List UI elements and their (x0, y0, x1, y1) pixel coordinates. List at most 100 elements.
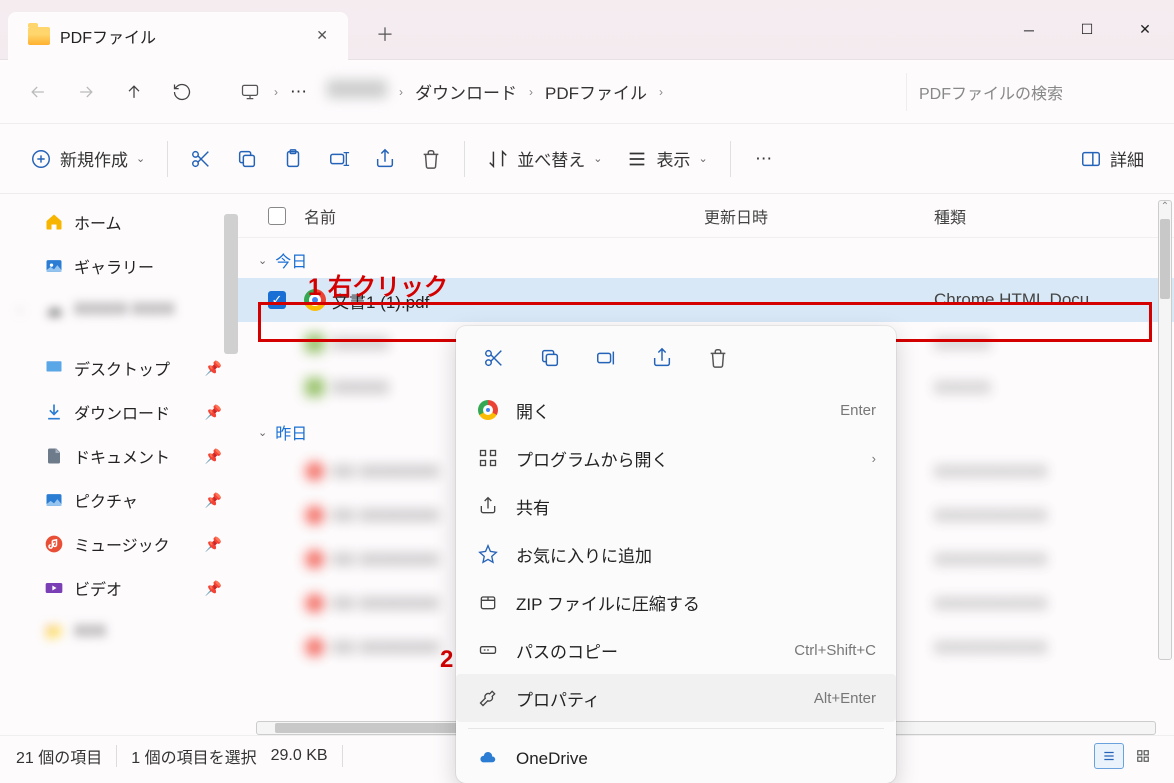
chevron-right-icon[interactable]: › (18, 303, 22, 317)
row-checkbox[interactable]: ✓ (268, 291, 286, 309)
pin-icon[interactable]: 📌 (205, 360, 222, 377)
share-icon (476, 496, 500, 516)
minimize-button[interactable]: ─ (1000, 10, 1058, 50)
sidebar-item-desktop[interactable]: デスクトップ 📌 (0, 346, 238, 390)
sidebar-item-onedrive-blurred[interactable]: › ☁ XXXXX XXXX (0, 288, 238, 332)
pin-icon[interactable]: 📌 (205, 492, 222, 509)
details-button[interactable]: 詳細 (1070, 139, 1154, 179)
file-row-selected[interactable]: ✓ 文書1 (1).pdf Chrome HTML Docu... (238, 278, 1174, 322)
column-type[interactable]: 種類 (934, 204, 1134, 228)
ctx-properties[interactable]: プロパティ Alt+Enter (456, 674, 896, 722)
chevron-right-icon[interactable]: › (659, 85, 663, 99)
sort-button[interactable]: 並べ替え ⌄ (477, 139, 612, 179)
ctx-onedrive[interactable]: OneDrive (456, 735, 896, 783)
share-button[interactable] (364, 139, 406, 179)
chrome-icon (478, 400, 498, 420)
ctx-share[interactable]: 共有 (456, 482, 896, 530)
ctx-item-label: 共有 (516, 494, 550, 519)
refresh-button[interactable] (162, 72, 202, 112)
search-input[interactable]: PDFファイルの検索 (906, 73, 1156, 111)
chevron-right-icon[interactable]: › (529, 85, 533, 99)
ctx-favorite[interactable]: お気に入りに追加 (456, 530, 896, 578)
group-label: 昨日 (275, 420, 307, 444)
select-all-checkbox[interactable] (268, 207, 286, 225)
onedrive-icon (476, 749, 500, 769)
sidebar-item-label: XXX (74, 623, 106, 641)
up-button[interactable] (114, 72, 154, 112)
breadcrumb-overflow[interactable]: ⋯ (282, 78, 315, 106)
sidebar-item-videos[interactable]: ビデオ 📌 (0, 566, 238, 610)
rename-icon (328, 148, 350, 170)
command-bar: 新規作成 ⌄ 並べ替え ⌄ 表示 ⌄ ⋯ 詳細 (0, 124, 1174, 194)
ctx-copy-button[interactable] (532, 340, 568, 376)
column-headers[interactable]: 名前 更新日時 種類 (238, 194, 1174, 238)
new-button[interactable]: 新規作成 ⌄ (20, 139, 155, 179)
view-button-label: 表示 (656, 146, 690, 171)
ctx-delete-button[interactable] (700, 340, 736, 376)
group-header-today[interactable]: ⌄ 今日 (238, 238, 1174, 278)
pin-icon[interactable]: 📌 (205, 404, 222, 421)
navigation-pane: ホーム ギャラリー › ☁ XXXXX XXXX デスクトップ 📌 ダウンロード… (0, 194, 238, 735)
ctx-share-button[interactable] (644, 340, 680, 376)
delete-button[interactable] (410, 139, 452, 179)
sidebar-item-blurred[interactable]: 📁 XXX (0, 610, 238, 654)
vertical-scrollbar[interactable]: ⌃ (1158, 200, 1172, 660)
paste-button[interactable] (272, 139, 314, 179)
sidebar-item-label: ホーム (74, 210, 122, 234)
ctx-item-label: お気に入りに追加 (516, 542, 652, 567)
column-date[interactable]: 更新日時 (704, 204, 934, 228)
ctx-cut-button[interactable] (476, 340, 512, 376)
cloud-icon: ☁ (44, 300, 64, 320)
chevron-right-icon[interactable]: › (399, 85, 403, 99)
file-type: Chrome HTML Docu... (934, 290, 1134, 310)
context-menu-quick-actions (456, 334, 896, 386)
details-button-label: 詳細 (1110, 146, 1144, 171)
pin-icon[interactable]: 📌 (205, 448, 222, 465)
breadcrumb-downloads[interactable]: ダウンロード (407, 75, 525, 108)
trash-icon (420, 148, 442, 170)
file-name: 文書1 (1).pdf (332, 288, 704, 313)
ctx-open-with[interactable]: プログラムから開く › (456, 434, 896, 482)
wrench-icon (476, 688, 500, 708)
back-button[interactable] (18, 72, 58, 112)
sidebar-item-gallery[interactable]: ギャラリー (0, 244, 238, 288)
close-button[interactable]: ✕ (1116, 10, 1174, 50)
sidebar-item-documents[interactable]: ドキュメント 📌 (0, 434, 238, 478)
rename-button[interactable] (318, 139, 360, 179)
forward-button[interactable] (66, 72, 106, 112)
group-label: 今日 (275, 248, 307, 272)
active-tab[interactable]: PDFファイル ✕ (8, 12, 348, 60)
pictures-icon (44, 490, 64, 510)
column-name[interactable]: 名前 (304, 204, 704, 228)
chevron-right-icon[interactable]: › (274, 85, 278, 99)
breadcrumb-user-blurred[interactable] (319, 76, 395, 107)
ctx-item-label: プロパティ (516, 686, 600, 711)
pin-icon[interactable]: 📌 (205, 536, 222, 553)
breadcrumb[interactable]: › ⋯ › ダウンロード › PDFファイル › (220, 72, 890, 112)
star-icon (476, 544, 500, 564)
breadcrumb-current[interactable]: PDFファイル (537, 75, 655, 108)
tab-close-button[interactable]: ✕ (312, 23, 332, 48)
path-icon (476, 640, 500, 660)
ctx-open[interactable]: 開く Enter (456, 386, 896, 434)
pc-icon[interactable] (230, 72, 270, 112)
sidebar-item-downloads[interactable]: ダウンロード 📌 (0, 390, 238, 434)
new-tab-button[interactable]: ＋ (368, 13, 402, 55)
sidebar-item-music[interactable]: ミュージック 📌 (0, 522, 238, 566)
pin-icon[interactable]: 📌 (205, 580, 222, 597)
more-button[interactable]: ⋯ (743, 139, 785, 179)
thumbnails-view-button[interactable] (1128, 743, 1158, 769)
ctx-rename-button[interactable] (588, 340, 624, 376)
ctx-zip[interactable]: ZIP ファイルに圧縮する (456, 578, 896, 626)
maximize-button[interactable]: ☐ (1058, 10, 1116, 50)
sidebar-item-label: ビデオ (74, 576, 122, 600)
sidebar-item-pictures[interactable]: ピクチャ 📌 (0, 478, 238, 522)
view-button[interactable]: 表示 ⌄ (616, 139, 717, 179)
details-view-button[interactable] (1094, 743, 1124, 769)
copy-button[interactable] (226, 139, 268, 179)
ctx-copy-path[interactable]: パスのコピー Ctrl+Shift+C (456, 626, 896, 674)
share-icon (374, 148, 396, 170)
sidebar-item-home[interactable]: ホーム (0, 200, 238, 244)
plus-circle-icon (30, 148, 52, 170)
cut-button[interactable] (180, 139, 222, 179)
